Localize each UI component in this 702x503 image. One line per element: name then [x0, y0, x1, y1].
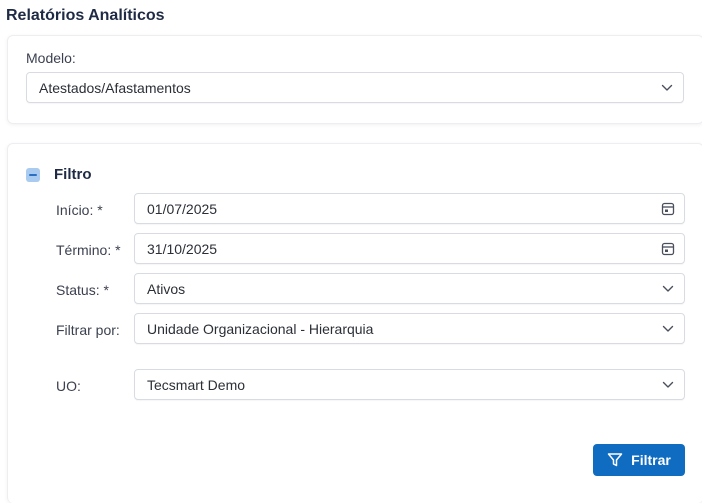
start-date-input[interactable]: 01/07/2025	[134, 193, 685, 224]
start-date-label: Início: *	[56, 202, 103, 218]
filter-submit-button[interactable]: Filtrar	[593, 444, 685, 476]
chevron-down-icon	[660, 81, 674, 95]
calendar-icon[interactable]	[661, 202, 675, 216]
filter-by-value: Unidade Organizacional - Hierarquia	[147, 320, 374, 337]
chevron-down-icon	[661, 322, 675, 336]
chevron-down-icon	[661, 282, 675, 296]
uo-select[interactable]: Tecsmart Demo	[134, 369, 685, 400]
model-select-value: Atestados/Afastamentos	[39, 79, 191, 96]
collapse-minus-icon[interactable]	[26, 167, 40, 182]
funnel-icon	[607, 452, 623, 468]
start-date-value: 01/07/2025	[147, 200, 218, 217]
calendar-icon[interactable]	[661, 242, 675, 256]
uo-label: UO:	[56, 378, 81, 394]
status-select[interactable]: Ativos	[134, 273, 685, 304]
model-card: Modelo: Atestados/Afastamentos	[7, 35, 702, 124]
end-date-input[interactable]: 31/10/2025	[134, 233, 685, 264]
chevron-down-icon	[661, 378, 675, 392]
filter-submit-label: Filtrar	[631, 452, 671, 468]
filter-header[interactable]: Filtro	[26, 166, 92, 183]
model-label: Modelo:	[26, 50, 76, 66]
filter-by-label: Filtrar por:	[56, 322, 120, 338]
filter-card: Filtro Início: * 01/07/2025 Término: * 3…	[7, 143, 702, 503]
uo-value: Tecsmart Demo	[147, 376, 246, 393]
filter-title: Filtro	[54, 166, 92, 183]
page-title: Relatórios Analíticos	[6, 7, 165, 24]
status-label: Status: *	[56, 282, 109, 298]
end-date-value: 31/10/2025	[147, 240, 218, 257]
end-date-label: Término: *	[56, 242, 121, 258]
model-select[interactable]: Atestados/Afastamentos	[26, 72, 684, 103]
filter-by-select[interactable]: Unidade Organizacional - Hierarquia	[134, 313, 685, 344]
status-value: Ativos	[147, 280, 186, 297]
